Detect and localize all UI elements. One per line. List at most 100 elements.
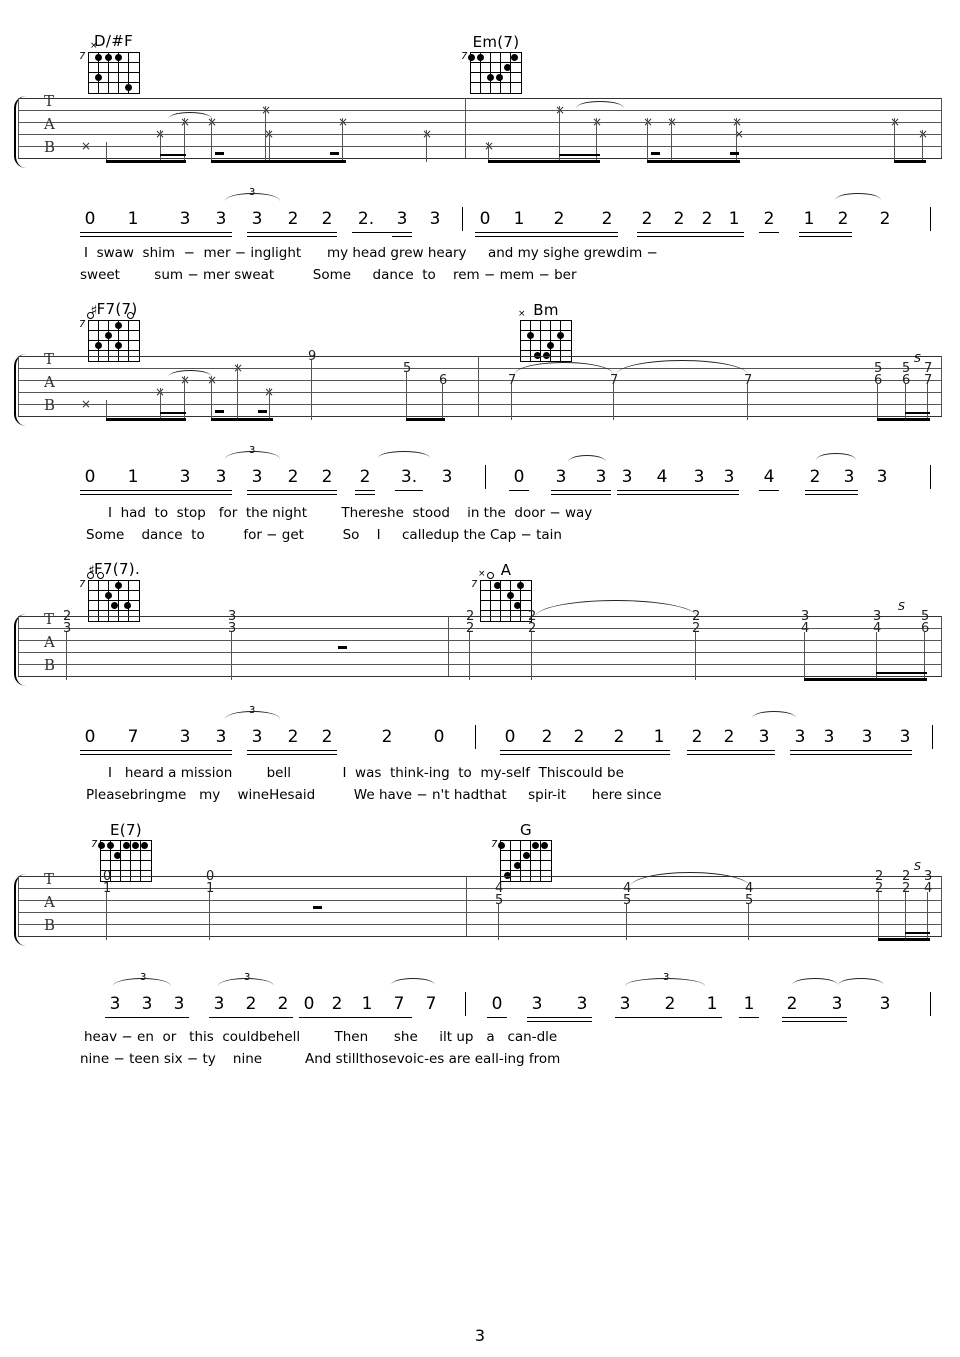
mute-note: × — [261, 103, 272, 117]
tie — [752, 711, 796, 718]
tab-fret-number: 2 — [466, 621, 475, 636]
note-number: 1 — [743, 994, 755, 1014]
note-number: 3 — [621, 467, 633, 487]
mute-note: × — [233, 361, 244, 375]
tab-fret-number: 6 — [921, 621, 930, 636]
fret-number: 7 — [471, 579, 478, 590]
mute-note: × — [890, 115, 901, 129]
note-number: 7 — [127, 727, 139, 747]
note-number: 7 — [393, 994, 405, 1014]
numeric-notation-row: 3 0 1 3 3 3 2 2 2 3. 3 0 3 3 3 4 3 3 4 2… — [0, 445, 960, 495]
slide-marker: S — [914, 860, 921, 873]
tab-clef-t: T — [44, 610, 55, 628]
chord-name: A — [500, 561, 512, 579]
chord-name: ♯F7(7). — [87, 560, 141, 579]
note-number: 0 — [504, 727, 516, 747]
note-number: 2 — [837, 209, 849, 229]
note-number: 0 — [84, 727, 96, 747]
note-number: 1 — [803, 209, 815, 229]
mute-note: × — [338, 115, 349, 129]
sheet-music-page: D/#F 7 × Em(7) 7 T A B × × × × × × × × ×… — [0, 0, 960, 1357]
note-number: 3 — [429, 209, 441, 229]
note-number: 3 — [251, 209, 263, 229]
note-number: 3 — [758, 727, 770, 747]
note-number: 1 — [127, 209, 139, 229]
fret-number: 7 — [461, 51, 468, 62]
mute-note: × — [81, 139, 92, 153]
note-number: 0 — [84, 467, 96, 487]
note-number: 3 — [441, 467, 453, 487]
chord-grid — [88, 52, 140, 94]
fret-number: 7 — [91, 839, 98, 850]
tab-fret-number: 2 — [692, 621, 701, 636]
numeric-notation-row: 3 3 3 3 3 3 2 2 0 2 1 7 7 0 3 3 3 2 1 3 … — [0, 972, 960, 1022]
note-number: 3 — [595, 467, 607, 487]
system-2: ♯F7(7) 7 Bm × T A B × × × × 9 5 6 7 7 7 … — [0, 258, 960, 548]
tab-fret-number: 7 — [744, 373, 753, 388]
mute-marker: × — [90, 41, 98, 51]
tab-clef-a: A — [44, 115, 55, 133]
note-number: 7 — [425, 994, 437, 1014]
note-number: 0 — [303, 994, 315, 1014]
note-number: 3 — [794, 727, 806, 747]
note-number: 2 — [763, 209, 775, 229]
note-number: 1 — [728, 209, 740, 229]
note-number: 2. — [357, 209, 375, 229]
tie — [816, 453, 856, 460]
mute-note: × — [667, 115, 678, 129]
tab-fret-number: 3 — [63, 621, 72, 636]
tab-fret-number: 4 — [801, 621, 810, 636]
note-number: 3 — [173, 994, 185, 1014]
note-number: 2 — [809, 467, 821, 487]
note-number: 3 — [213, 994, 225, 1014]
note-number: 3 — [823, 727, 835, 747]
open-string-marker — [487, 572, 494, 579]
note-number: 2 — [321, 467, 333, 487]
mute-marker: × — [478, 569, 486, 579]
note-number: 4 — [763, 467, 775, 487]
tie — [835, 193, 881, 200]
mute-note: × — [555, 103, 566, 117]
tab-staff: T A B × × × × × × × × × × × × × × × — [14, 94, 942, 168]
open-string-marker — [127, 312, 134, 319]
chord-name: D/#F — [93, 32, 134, 50]
tab-clef-a: A — [44, 373, 55, 391]
triplet-bracket — [113, 978, 171, 986]
chord-diagram-d-over-fsharp: D/#F 7 × — [79, 32, 140, 94]
note-number: 2 — [613, 727, 625, 747]
note-number: 3 — [723, 467, 735, 487]
tab-staff: T A B 0 1 0 1 4 5 4 5 4 5 2 2 2 2 3 4 S — [14, 860, 942, 946]
measure-divider — [462, 207, 463, 231]
note-number: 2 — [701, 209, 713, 229]
note-number: 1 — [513, 209, 525, 229]
tab-clef-t: T — [44, 870, 55, 888]
tab-fret-number: 7 — [610, 373, 619, 388]
open-string-marker — [87, 312, 94, 319]
measure-divider — [930, 207, 931, 231]
note-number: 2 — [664, 994, 676, 1014]
note-number: 3 — [555, 467, 567, 487]
slide-marker: S — [898, 600, 905, 613]
tab-fret-number: 7 — [924, 373, 933, 388]
tab-staff: T A B 2 3 3 3 2 2 2 2 2 2 3 4 3 4 5 6 S — [14, 600, 942, 686]
note-number: 3 — [179, 209, 191, 229]
tab-fret-number: 5 — [623, 893, 632, 908]
chord-name: G — [520, 821, 532, 839]
note-number: 1 — [653, 727, 665, 747]
note-number: 4 — [656, 467, 668, 487]
note-number: 2 — [541, 727, 553, 747]
tie — [168, 112, 212, 119]
tab-clef-t: T — [44, 350, 55, 368]
note-number: 3 — [179, 467, 191, 487]
note-number: 3 — [179, 727, 191, 747]
note-number: 3. — [400, 467, 418, 487]
note-number: 3 — [576, 994, 588, 1014]
system-1: D/#F 7 × Em(7) 7 T A B × × × × × × × × ×… — [0, 0, 960, 290]
tie — [838, 978, 884, 985]
note-number: 3 — [861, 727, 873, 747]
fret-number: 7 — [79, 579, 86, 590]
tie — [535, 600, 697, 617]
chord-name: E(7) — [110, 821, 142, 839]
triplet-bracket — [625, 978, 705, 986]
tie — [630, 872, 750, 887]
